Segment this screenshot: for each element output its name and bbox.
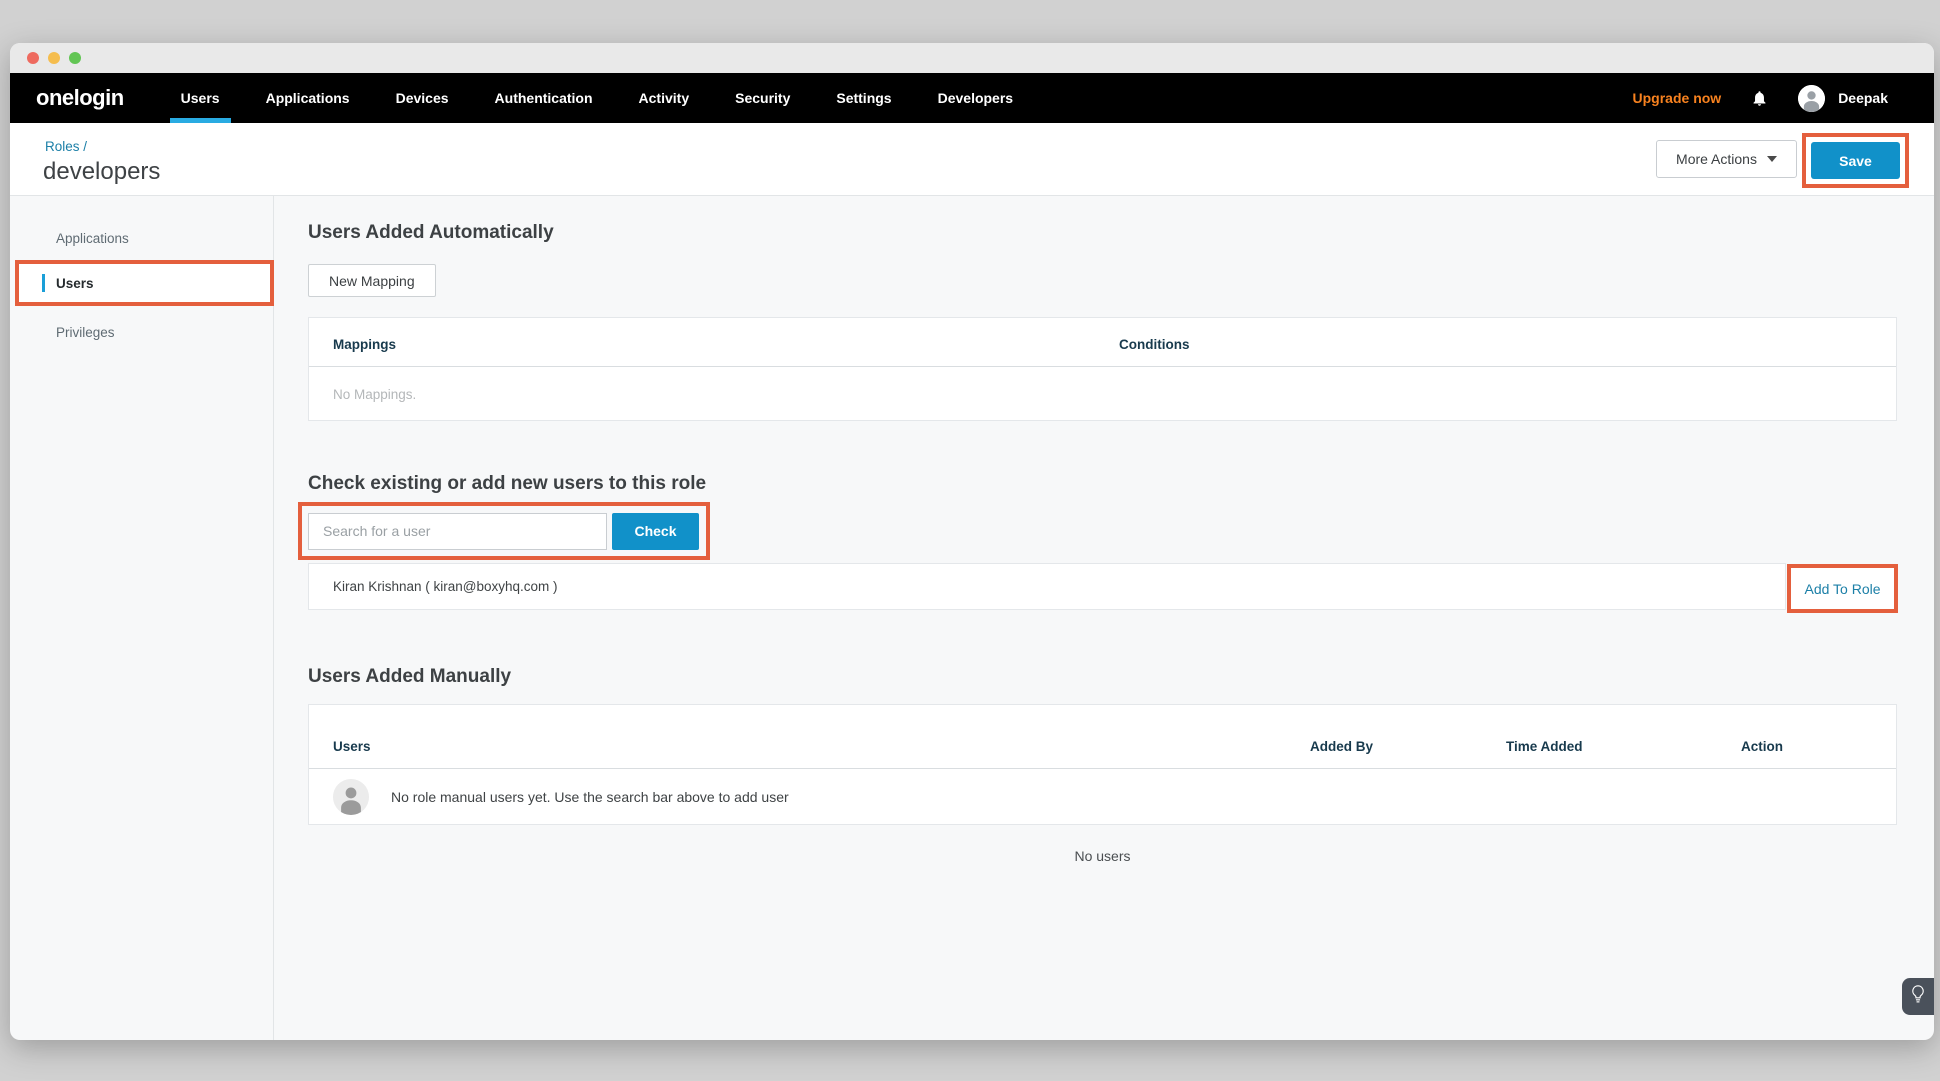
role-sidebar: Applications Users Privileges: [10, 196, 274, 1040]
sidebar-item-users-label: Users: [56, 276, 94, 291]
manual-users-table-header: Users Added By Time Added Action: [309, 705, 1896, 769]
placeholder-avatar-icon: [333, 779, 369, 815]
result-user-text: Kiran Krishnan ( kiran@boxyhq.com ): [333, 579, 558, 594]
minimize-window-button[interactable]: [48, 52, 60, 64]
manual-users-table: Users Added By Time Added Action No role…: [308, 704, 1897, 825]
top-navigation-bar: onelogin Users Applications Devices Auth…: [10, 73, 1934, 123]
column-header-users: Users: [333, 739, 371, 754]
lightbulb-help-button[interactable]: [1902, 978, 1934, 1015]
nav-right-cluster: Upgrade now Deepak: [1633, 73, 1934, 123]
more-actions-label: More Actions: [1676, 151, 1757, 167]
manual-users-empty-row: No role manual users yet. Use the search…: [309, 769, 1896, 825]
column-header-conditions: Conditions: [1119, 337, 1190, 352]
check-button[interactable]: Check: [612, 513, 699, 550]
add-to-role-link[interactable]: Add To Role: [1804, 581, 1880, 597]
breadcrumb[interactable]: Roles /: [45, 139, 87, 154]
auto-section-heading: Users Added Automatically: [308, 222, 554, 244]
new-mapping-button[interactable]: New Mapping: [308, 264, 436, 297]
check-section-heading: Check existing or add new users to this …: [308, 473, 706, 495]
account-menu[interactable]: Deepak: [1798, 85, 1888, 112]
page-header: Roles / developers More Actions Save: [10, 123, 1934, 196]
nav-tab-security[interactable]: Security: [712, 73, 813, 123]
page-title: developers: [43, 158, 160, 186]
column-header-time-added: Time Added: [1506, 739, 1583, 754]
page-content: Applications Users Privileges Users Adde…: [10, 196, 1934, 1040]
browser-window: onelogin Users Applications Devices Auth…: [10, 43, 1934, 1040]
save-button[interactable]: Save: [1811, 142, 1900, 179]
nav-tab-devices[interactable]: Devices: [373, 73, 472, 123]
user-search-result-row: Kiran Krishnan ( kiran@boxyhq.com ): [308, 563, 1786, 610]
user-avatar-icon: [1798, 85, 1825, 112]
main-panel: Users Added Automatically New Mapping Ma…: [308, 196, 1897, 1040]
primary-nav: Users Applications Devices Authenticatio…: [158, 73, 1036, 123]
nav-tab-applications[interactable]: Applications: [243, 73, 373, 123]
mappings-table: Mappings Conditions No Mappings.: [308, 317, 1897, 421]
user-name: Deepak: [1838, 90, 1888, 106]
nav-tab-users[interactable]: Users: [158, 73, 243, 123]
nav-tab-activity[interactable]: Activity: [616, 73, 713, 123]
search-user-input[interactable]: [308, 513, 607, 550]
more-actions-button[interactable]: More Actions: [1656, 140, 1797, 178]
window-titlebar: [10, 43, 1934, 73]
nav-tab-settings[interactable]: Settings: [813, 73, 914, 123]
bell-icon[interactable]: [1751, 89, 1768, 108]
sidebar-item-applications[interactable]: Applications: [10, 220, 273, 256]
maximize-window-button[interactable]: [69, 52, 81, 64]
active-indicator-bar: [42, 274, 45, 292]
column-header-action: Action: [1741, 739, 1783, 754]
column-header-added-by: Added By: [1310, 739, 1373, 754]
mappings-table-header: Mappings Conditions: [309, 318, 1896, 367]
chevron-down-icon: [1767, 156, 1777, 162]
no-users-text: No users: [308, 848, 1897, 864]
manual-users-empty-text: No role manual users yet. Use the search…: [391, 789, 789, 805]
mappings-empty-row: No Mappings.: [309, 367, 1896, 421]
annotation-box-save: Save: [1802, 133, 1909, 188]
annotation-box-add-to-role: Add To Role: [1787, 564, 1898, 613]
nav-tab-developers[interactable]: Developers: [915, 73, 1036, 123]
annotation-box-search: Check: [298, 502, 710, 560]
sidebar-item-users[interactable]: Users: [10, 264, 265, 302]
lightbulb-icon: [1911, 984, 1925, 1009]
upgrade-now-link[interactable]: Upgrade now: [1633, 90, 1722, 106]
close-window-button[interactable]: [27, 52, 39, 64]
manual-section-heading: Users Added Manually: [308, 666, 511, 688]
nav-tab-authentication[interactable]: Authentication: [472, 73, 616, 123]
sidebar-item-privileges[interactable]: Privileges: [10, 314, 265, 350]
column-header-mappings: Mappings: [333, 337, 396, 352]
onelogin-logo: onelogin: [36, 73, 124, 123]
